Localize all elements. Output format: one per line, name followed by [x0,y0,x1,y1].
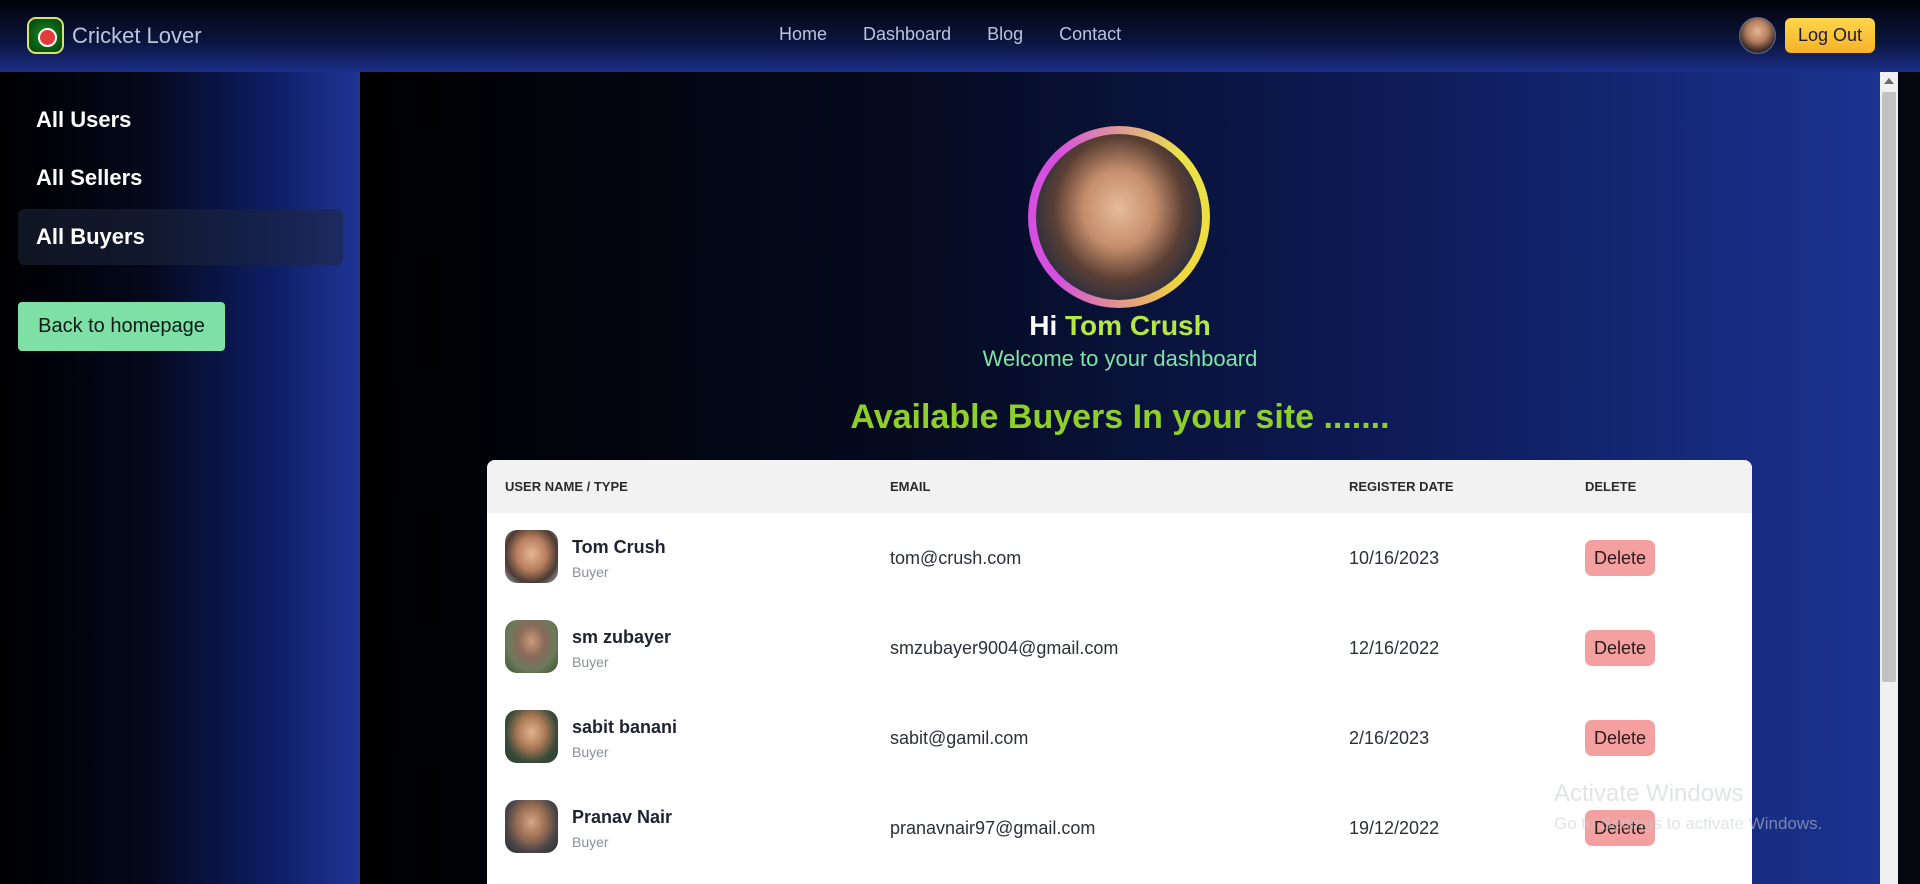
sidebar-item-all-users[interactable]: All Users [18,92,343,148]
buyer-name: Pranav Nair [572,807,673,827]
header-register-date: REGISTER DATE [1349,479,1454,494]
table-row: sm zubayer Buyer smzubayer9004@gmail.com… [487,603,1752,693]
sidebar: All Users All Sellers All Buyers Back to… [0,72,360,884]
buyer-avatar [505,620,558,673]
profile-avatar-ring [1028,126,1210,308]
buyer-email: tom@crush.com [890,548,1022,568]
buyer-type: Buyer [572,564,609,580]
table-header: USER NAME / TYPE EMAIL REGISTER DATE DEL… [487,460,1752,513]
buyer-register-date: 12/16/2022 [1349,638,1440,658]
greeting-user-name: Tom Crush [1065,310,1211,341]
header-email: EMAIL [890,479,931,494]
buyer-name: Tom Crush [572,537,666,557]
buyer-email: smzubayer9004@gmail.com [890,638,1119,658]
buyer-register-date: 19/12/2022 [1349,818,1440,838]
table-row: Tom Crush Buyer tom@crush.com 10/16/2023… [487,513,1752,603]
buyer-email: sabit@gamil.com [890,728,1029,748]
page-scrollbar[interactable] [1880,72,1898,884]
nav-link-dashboard[interactable]: Dashboard [863,24,951,45]
watermark-subtitle: Go to Settings to activate Windows. [1554,814,1823,833]
main-content: Hi Tom Crush Welcome to your dashboard A… [360,72,1880,884]
greeting-word: Hi [1029,310,1058,341]
header-user-name-type: USER NAME / TYPE [505,479,628,494]
top-navbar: Cricket Lover Home Dashboard Blog Contac… [0,0,1920,72]
back-to-homepage-button[interactable]: Back to homepage [18,302,225,351]
buyer-avatar [505,530,558,583]
buyer-type: Buyer [572,654,609,670]
section-title: Available Buyers In your site ....... [850,398,1390,436]
buyer-type: Buyer [572,834,609,850]
activation-watermark: Activate Windows Go to Settings to activ… [1554,780,1822,834]
buyer-avatar [505,710,558,763]
user-avatar[interactable] [1739,17,1776,54]
header-delete: DELETE [1585,479,1637,494]
buyer-type: Buyer [572,744,609,760]
scroll-up-arrow-icon[interactable] [1884,78,1894,84]
scrollbar-thumb[interactable] [1882,92,1896,682]
buyer-avatar [505,800,558,853]
watermark-title: Activate Windows [1554,780,1744,807]
table-row: sabit banani Buyer sabit@gamil.com 2/16/… [487,693,1752,783]
nav-link-home[interactable]: Home [779,24,827,45]
brand-name: Cricket Lover [72,22,202,48]
profile-photo [1036,134,1202,300]
brand[interactable]: Cricket Lover [27,17,202,54]
cricket-logo-icon [27,17,64,54]
nav-link-blog[interactable]: Blog [987,24,1023,45]
welcome-text: Welcome to your dashboard [982,346,1258,371]
delete-button[interactable]: Delete [1585,630,1655,666]
buyer-name: sm zubayer [572,627,672,647]
logout-button[interactable]: Log Out [1785,18,1875,53]
sidebar-item-all-sellers[interactable]: All Sellers [18,150,343,206]
sidebar-item-all-buyers[interactable]: All Buyers [18,209,343,265]
buyer-register-date: 2/16/2023 [1349,728,1430,748]
buyer-register-date: 10/16/2023 [1349,548,1440,568]
buyer-name: sabit banani [572,717,678,737]
delete-button[interactable]: Delete [1585,540,1655,576]
nav-links: Home Dashboard Blog Contact [779,24,1157,45]
buyer-email: pranavnair97@gmail.com [890,818,1096,838]
nav-link-contact[interactable]: Contact [1059,24,1121,45]
delete-button[interactable]: Delete [1585,720,1655,756]
greeting: Hi Tom Crush [360,310,1880,342]
